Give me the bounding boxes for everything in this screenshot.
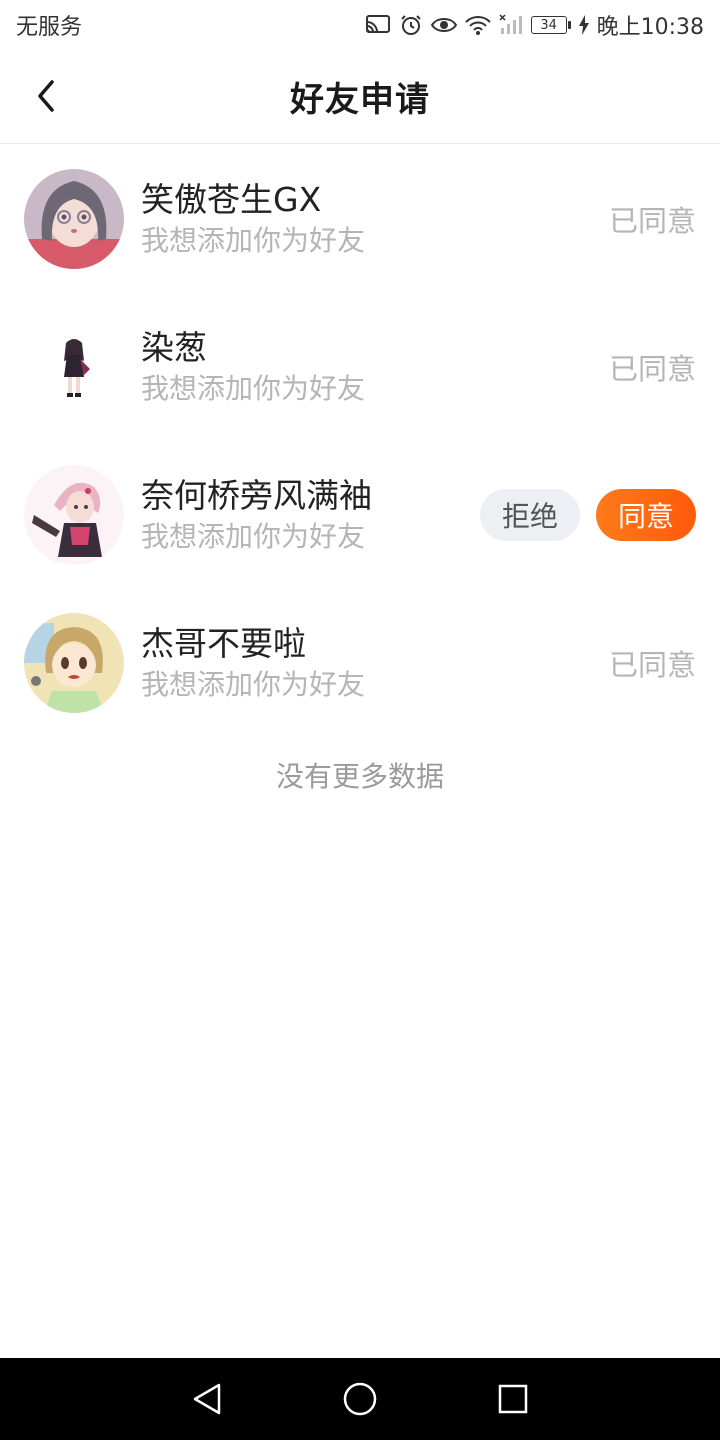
status-agreed: 已同意 xyxy=(608,352,696,386)
request-message: 我想添加你为好友 xyxy=(141,224,366,257)
cast-icon xyxy=(365,14,391,36)
no-more-data-text: 没有更多数据 xyxy=(275,760,444,793)
clock-text: 晚上10:38 xyxy=(596,15,704,40)
eye-icon xyxy=(430,15,457,35)
chevron-left-icon xyxy=(38,80,54,112)
accept-button[interactable]: 同意 xyxy=(596,489,696,541)
system-nav-bar xyxy=(0,1358,720,1440)
avatar[interactable] xyxy=(24,169,124,269)
nav-back-button[interactable] xyxy=(177,1369,237,1429)
requester-name: 染葱 xyxy=(141,328,207,367)
signal-icon xyxy=(499,14,523,36)
friend-request-item: 杰哥不要啦 我想添加你为好友 已同意 xyxy=(0,589,720,737)
back-triangle-icon xyxy=(193,1383,220,1415)
nav-recents-button[interactable] xyxy=(483,1369,543,1429)
request-message: 我想添加你为好友 xyxy=(141,668,366,701)
request-message: 我想添加你为好友 xyxy=(141,520,366,553)
avatar[interactable] xyxy=(24,613,124,713)
charging-icon xyxy=(578,15,589,35)
battery-icon: 34 xyxy=(530,16,571,34)
wifi-icon xyxy=(464,14,491,36)
avatar[interactable] xyxy=(24,317,124,417)
page-title: 好友申请 xyxy=(290,80,430,120)
alarm-icon xyxy=(399,13,423,37)
recents-square-icon xyxy=(499,1384,528,1414)
carrier-text: 无服务 xyxy=(16,15,83,40)
friend-request-item: 笑傲苍生GX 我想添加你为好友 已同意 xyxy=(0,145,720,293)
back-button[interactable] xyxy=(22,72,70,120)
request-message: 我想添加你为好友 xyxy=(141,372,366,405)
battery-level: 34 xyxy=(530,16,567,34)
requester-name: 杰哥不要啦 xyxy=(141,624,306,663)
status-agreed: 已同意 xyxy=(608,648,696,682)
friend-request-item: 染葱 我想添加你为好友 已同意 xyxy=(0,293,720,441)
friend-request-item: 奈何桥旁风满袖 我想添加你为好友 拒绝 同意 xyxy=(0,441,720,589)
friend-request-list: 笑傲苍生GX 我想添加你为好友 已同意 染葱 我想添加你为好友 已同意 奈何桥旁… xyxy=(0,145,720,737)
status-agreed: 已同意 xyxy=(608,204,696,238)
top-bar: 好友申请 xyxy=(0,50,720,144)
requester-name: 奈何桥旁风满袖 xyxy=(141,476,372,515)
avatar[interactable] xyxy=(24,465,124,565)
nav-home-button[interactable] xyxy=(330,1369,390,1429)
reject-button[interactable]: 拒绝 xyxy=(480,489,580,541)
home-circle-icon xyxy=(343,1382,377,1416)
status-icons: 34 晚上10:38 xyxy=(365,9,704,41)
requester-name: 笑傲苍生GX xyxy=(141,180,322,219)
status-bar: 无服务 34 晚上10:38 xyxy=(0,0,720,50)
